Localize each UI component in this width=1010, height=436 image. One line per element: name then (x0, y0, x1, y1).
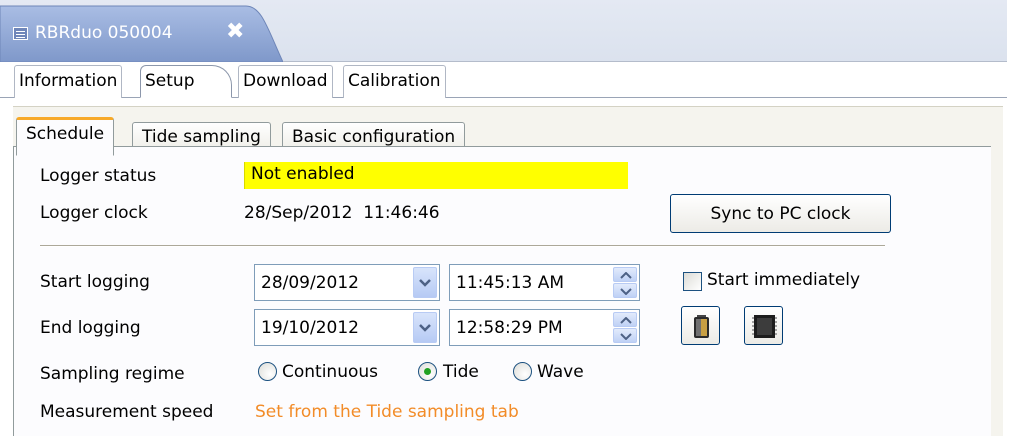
radio-selected-dot (424, 368, 431, 375)
tab-schedule[interactable]: Schedule (16, 117, 115, 156)
end-date-value: 19/10/2012 (261, 318, 359, 338)
start-time-field[interactable]: 11:45:13 AM (449, 264, 640, 301)
close-icon[interactable]: ✖ (226, 19, 244, 45)
end-time-spinner[interactable] (613, 312, 637, 343)
logger-clock-label: Logger clock (40, 203, 148, 223)
start-time-value: 11:45:13 AM (456, 273, 565, 293)
spin-down-icon[interactable] (613, 328, 637, 343)
start-date-picker[interactable]: 28/09/2012 (254, 264, 440, 301)
editor-tab[interactable]: RBRduo 050004 ✖ (0, 0, 283, 62)
start-date-value: 28/09/2012 (261, 273, 359, 293)
battery-icon (694, 315, 709, 338)
radio-continuous-label[interactable]: Continuous (282, 362, 378, 382)
window-frame: RBRduo 050004 ✖ Information Setup Downlo… (0, 0, 1007, 436)
sampling-regime-label: Sampling regime (40, 364, 185, 384)
memory-chip-icon (752, 315, 777, 338)
radio-continuous[interactable] (258, 362, 277, 381)
battery-button[interactable] (681, 306, 720, 345)
spin-up-icon[interactable] (613, 312, 637, 327)
tab-information[interactable]: Information (14, 65, 123, 98)
tab-calibration[interactable]: Calibration (343, 65, 446, 98)
sync-to-pc-clock-button[interactable]: Sync to PC clock (670, 194, 891, 233)
spin-down-icon[interactable] (613, 283, 637, 298)
measurement-speed-label: Measurement speed (40, 402, 214, 422)
tab-setup[interactable]: Setup (140, 65, 232, 98)
logger-status-value: Not enabled (244, 162, 628, 189)
chevron-down-icon[interactable] (413, 267, 437, 298)
measurement-speed-value: Set from the Tide sampling tab (255, 402, 519, 422)
radio-tide-label[interactable]: Tide (443, 362, 479, 382)
radio-tide[interactable] (418, 362, 437, 381)
end-time-field[interactable]: 12:58:29 PM (449, 309, 640, 346)
radio-wave[interactable] (513, 362, 532, 381)
start-time-spinner[interactable] (613, 267, 637, 298)
start-immediately-checkbox[interactable] (683, 272, 702, 291)
start-immediately-label[interactable]: Start immediately (707, 270, 860, 290)
page-tab-bar: Information Setup Download Calibration (0, 62, 1007, 98)
tab-download[interactable]: Download (238, 65, 333, 98)
memory-button[interactable] (744, 306, 783, 345)
editor-tab-strip: RBRduo 050004 ✖ (0, 0, 1007, 62)
end-logging-label: End logging (40, 318, 141, 338)
spin-up-icon[interactable] (613, 267, 637, 282)
radio-wave-label[interactable]: Wave (537, 362, 584, 382)
chevron-down-icon[interactable] (413, 312, 437, 343)
divider (40, 245, 885, 247)
end-date-picker[interactable]: 19/10/2012 (254, 309, 440, 346)
logger-clock-value: 28/Sep/2012 11:46:46 (244, 203, 440, 223)
logger-status-label: Logger status (40, 166, 157, 186)
editor-tab-title: RBRduo 050004 (35, 23, 173, 43)
table-icon (13, 27, 28, 40)
end-time-value: 12:58:29 PM (456, 318, 563, 338)
start-logging-label: Start logging (40, 272, 150, 292)
